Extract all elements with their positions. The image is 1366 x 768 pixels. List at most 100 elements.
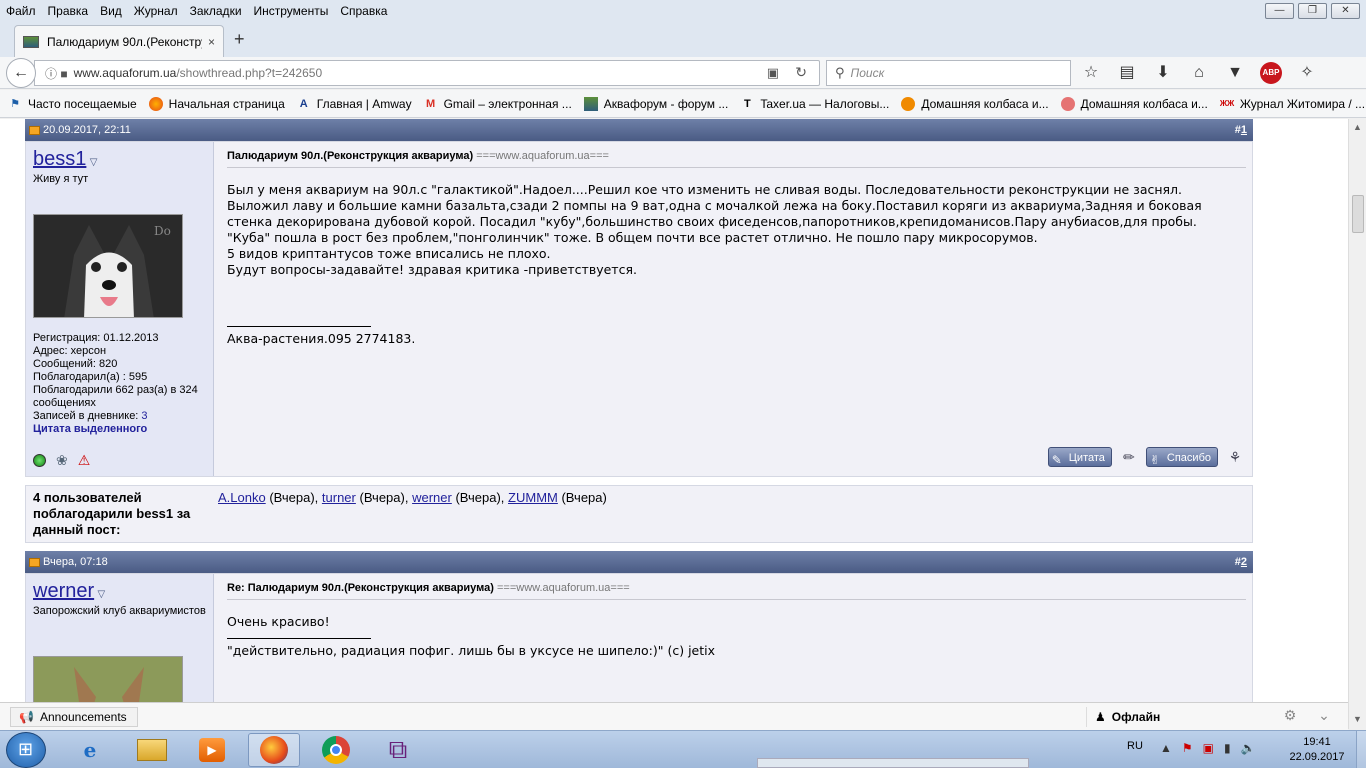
signature-divider xyxy=(227,638,371,639)
tray-signal-icon[interactable]: ▮ xyxy=(1224,741,1231,755)
clock-time: 19:41 xyxy=(1303,736,1331,748)
language-indicator[interactable]: RU xyxy=(1127,740,1143,752)
username-link[interactable]: werner xyxy=(33,580,94,602)
taskbar-firefox-icon[interactable] xyxy=(248,733,300,767)
restore-button[interactable]: ❐ xyxy=(1298,3,1327,19)
taskbar-media-player-icon[interactable]: ▶ xyxy=(186,733,238,767)
scroll-down-icon[interactable]: ▼ xyxy=(1353,714,1362,724)
scroll-up-icon[interactable]: ▲ xyxy=(1353,122,1362,132)
search-placeholder: Поиск xyxy=(850,66,885,80)
browser-tab[interactable]: Палюдариум 90л.(Реконстру × xyxy=(14,25,224,57)
library-icon[interactable]: ▤ xyxy=(1116,62,1138,84)
username-link[interactable]: bess1 xyxy=(33,148,86,170)
bookmark-star-icon[interactable]: ☆ xyxy=(1080,62,1102,84)
bookmark-item[interactable]: T Taxer.ua — Налоговы... xyxy=(740,97,889,111)
start-button[interactable] xyxy=(6,732,46,768)
bookmark-item[interactable]: M Gmail – электронная ... xyxy=(424,97,572,111)
site-info-icon[interactable]: ⓘ ■ xyxy=(45,65,68,82)
collapse-chevron-icon[interactable]: ⌄ xyxy=(1310,707,1338,727)
ip-info-button[interactable]: ⚘ xyxy=(1224,446,1246,468)
system-tray: ▲ ⚑ ▣ ▮ 🔈 xyxy=(1160,741,1256,755)
bookmark-item[interactable]: ⚑ Часто посещаемые xyxy=(8,97,137,111)
user-status-icon: ♟ xyxy=(1095,710,1106,724)
thanks-button[interactable]: ✌ Спасибо xyxy=(1145,447,1218,467)
minimize-button[interactable]: — xyxy=(1265,3,1294,19)
scroll-thumb[interactable] xyxy=(1352,195,1364,233)
bookmark-item[interactable]: ЖЖ Журнал Житомира / ... xyxy=(1220,97,1365,111)
tray-expand-icon[interactable]: ▲ xyxy=(1160,741,1172,755)
thanks-user-link[interactable]: werner xyxy=(412,490,452,505)
downloads-icon[interactable]: ⬇ xyxy=(1152,62,1174,84)
bookmark-item[interactable]: Домашняя колбаса и... xyxy=(1060,96,1208,111)
report-icon[interactable]: ⚠ xyxy=(78,452,91,469)
bookmark-item[interactable]: Начальная страница xyxy=(148,96,285,111)
user-menu-chevron-icon[interactable]: ▽ xyxy=(97,589,105,600)
reputation-icon[interactable]: ❀ xyxy=(56,452,68,469)
tray-flag-icon[interactable]: ⚑ xyxy=(1182,741,1193,755)
quote-button[interactable]: ✎ Цитата xyxy=(1047,447,1112,467)
status-bar: 📢 Announcements ♟ Офлайн ⚙ ⌄ xyxy=(0,702,1348,730)
menu-file[interactable]: Файл xyxy=(0,4,42,18)
reload-icon[interactable]: ↻ xyxy=(795,64,807,81)
thanks-user-link[interactable]: ZUMMM xyxy=(508,490,558,505)
post-number[interactable]: #2 xyxy=(1235,556,1247,568)
close-tab-icon[interactable]: × xyxy=(208,35,215,49)
show-desktop-button[interactable] xyxy=(1356,731,1366,768)
user-diary: Записей в дневнике: 3 xyxy=(33,410,148,422)
home-icon[interactable]: ⌂ xyxy=(1188,62,1210,84)
back-button[interactable]: ← xyxy=(6,58,36,88)
aquaforum-favicon-icon xyxy=(23,35,39,48)
url-bar[interactable]: ⓘ ■ www.aquaforum.ua/showthread.php?t=24… xyxy=(34,60,820,86)
menu-help[interactable]: Справка xyxy=(334,4,393,18)
menu-view[interactable]: Вид xyxy=(94,4,128,18)
page-scrollbar[interactable]: ▲ ▼ xyxy=(1348,119,1366,729)
thanks-label: 4 пользователей поблагодарили bess1 за д… xyxy=(26,486,212,542)
post-date: 20.09.2017, 22:11 xyxy=(43,124,131,136)
bookmark-item[interactable]: Аквафорум - форум ... xyxy=(583,96,728,111)
adblock-icon[interactable]: ABP xyxy=(1260,62,1282,84)
diary-link[interactable]: 3 xyxy=(141,410,147,422)
user-menu-chevron-icon[interactable]: ▽ xyxy=(90,157,98,168)
menu-edit[interactable]: Правка xyxy=(42,4,95,18)
windows-taskbar: e ▶ ⧉ RU ▲ ⚑ ▣ ▮ 🔈 19:41 22.09.2017 xyxy=(0,730,1366,768)
amway-icon: A xyxy=(299,97,308,110)
user-avatar: Do xyxy=(33,214,183,318)
close-window-button[interactable]: ✕ xyxy=(1331,3,1360,19)
gmail-icon: M xyxy=(425,97,436,110)
taskbar-explorer-icon[interactable] xyxy=(126,733,178,767)
taskbar-chrome-icon[interactable] xyxy=(310,733,362,767)
menu-history[interactable]: Журнал xyxy=(128,4,184,18)
user-address: Адрес: херсон xyxy=(33,345,107,357)
megaphone-icon: 📢 xyxy=(19,710,34,724)
post-message: Был у меня аквариум на 90л.с "галактикой… xyxy=(227,182,1202,277)
settings-gear-icon[interactable]: ⚙ xyxy=(1276,707,1304,727)
taskbar-vs-icon[interactable]: ⧉ xyxy=(372,733,424,767)
page-content: 20.09.2017, 22:11 #1 bess1 ▽ Живу я тут … xyxy=(0,119,1348,702)
tray-volume-icon[interactable]: 🔈 xyxy=(1241,741,1256,755)
extension-icon[interactable]: ✧ xyxy=(1296,62,1318,84)
offline-status[interactable]: ♟ Офлайн xyxy=(1086,707,1276,727)
new-tab-button[interactable]: + xyxy=(234,29,245,50)
bookmark-item[interactable]: Домашняя колбаса и... xyxy=(901,96,1049,111)
reader-view-icon[interactable]: ▣ xyxy=(767,65,779,81)
user-title: Живу я тут xyxy=(33,173,89,185)
quote-selected-link[interactable]: Цитата выделенного xyxy=(33,423,147,435)
announcements-button[interactable]: 📢 Announcements xyxy=(10,707,138,727)
thanks-user-link[interactable]: A.Lonko xyxy=(218,490,266,505)
menu-tools[interactable]: Инструменты xyxy=(248,4,335,18)
system-clock[interactable]: 19:41 22.09.2017 xyxy=(1282,735,1352,765)
taskbar-ie-icon[interactable]: e xyxy=(64,733,116,767)
tray-network-alert-icon[interactable]: ▣ xyxy=(1203,741,1214,755)
bookmark-item[interactable]: A Главная | Amway xyxy=(297,97,412,111)
post-number[interactable]: #1 xyxy=(1235,124,1247,136)
user-avatar xyxy=(33,656,183,702)
pocket-icon[interactable]: ▼ xyxy=(1224,62,1246,84)
post-title: Re: Палюдариум 90л.(Реконструкция аквари… xyxy=(227,582,1246,600)
post-buttons: ✎ Цитата ✏ ✌ Спасибо ⚘ xyxy=(1047,446,1246,468)
multiquote-button[interactable]: ✏ xyxy=(1118,446,1140,468)
menu-bar: Файл Правка Вид Журнал Закладки Инструме… xyxy=(0,0,1366,22)
thanks-user-link[interactable]: turner xyxy=(322,490,356,505)
menu-bookmarks[interactable]: Закладки xyxy=(184,4,248,18)
user-title: Запорожский клуб аквариумистов xyxy=(33,605,206,617)
search-input[interactable]: ⚲ Поиск xyxy=(826,60,1071,86)
